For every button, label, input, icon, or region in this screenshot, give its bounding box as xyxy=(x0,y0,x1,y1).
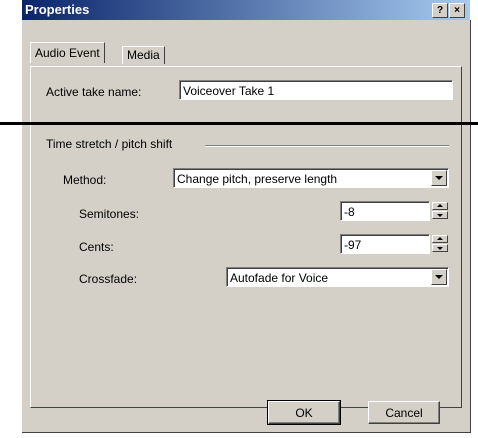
cancel-button[interactable]: Cancel xyxy=(368,401,440,424)
group-divider-highlight xyxy=(205,146,449,147)
cents-input[interactable]: -97 xyxy=(340,234,430,254)
semitones-input[interactable]: -8 xyxy=(340,201,430,221)
dialog-body: Audio Event Media Active take name: Voic… xyxy=(22,20,471,433)
active-take-label: Active take name: xyxy=(46,85,142,99)
ok-button[interactable]: OK xyxy=(267,400,341,425)
title-bar[interactable]: Properties ? × xyxy=(22,0,470,20)
group-label: Time stretch / pitch shift xyxy=(46,137,173,151)
cents-label: Cents: xyxy=(79,240,114,254)
tab-media[interactable]: Media xyxy=(122,46,165,64)
window-title: Properties xyxy=(25,2,90,17)
tab-panel: Active take name: Voiceover Take 1 Time … xyxy=(30,66,462,408)
horizontal-rule xyxy=(0,122,478,125)
crossfade-select[interactable]: Autofade for Voice xyxy=(226,267,449,287)
method-select[interactable]: Change pitch, preserve length xyxy=(173,168,449,188)
tab-audio-event[interactable]: Audio Event xyxy=(30,42,105,63)
cents-down-icon[interactable] xyxy=(432,244,448,252)
crossfade-label: Crossfade: xyxy=(79,272,138,286)
help-button[interactable]: ? xyxy=(432,3,448,18)
properties-dialog: Properties ? × Audio Event Media Active … xyxy=(22,0,474,438)
method-dropdown-arrow-icon[interactable] xyxy=(431,170,447,186)
semitones-up-icon[interactable] xyxy=(432,202,448,210)
cents-up-icon[interactable] xyxy=(432,235,448,243)
semitones-label: Semitones: xyxy=(79,207,140,221)
active-take-input[interactable]: Voiceover Take 1 xyxy=(179,80,453,100)
semitones-down-icon[interactable] xyxy=(432,211,448,219)
crossfade-dropdown-arrow-icon[interactable] xyxy=(431,269,447,285)
close-button[interactable]: × xyxy=(449,3,465,18)
method-label: Method: xyxy=(63,173,107,187)
